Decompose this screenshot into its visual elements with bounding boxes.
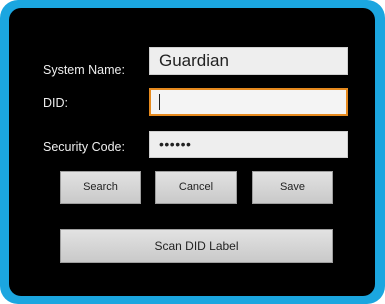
- system-name-label: System Name:: [43, 63, 125, 77]
- search-button[interactable]: Search: [60, 171, 141, 204]
- did-label: DID:: [43, 96, 68, 110]
- system-name-field[interactable]: Guardian: [149, 47, 348, 75]
- did-field[interactable]: [149, 88, 348, 116]
- security-code-label: Security Code:: [43, 140, 125, 154]
- scan-did-label-button[interactable]: Scan DID Label: [60, 229, 333, 263]
- cancel-button[interactable]: Cancel: [155, 171, 237, 204]
- save-button[interactable]: Save: [252, 171, 333, 204]
- security-code-field[interactable]: ••••••: [149, 131, 348, 158]
- device-screen: System Name: Guardian DID: Security Code…: [9, 8, 375, 296]
- text-cursor: [159, 94, 160, 110]
- device-frame: System Name: Guardian DID: Security Code…: [0, 0, 385, 304]
